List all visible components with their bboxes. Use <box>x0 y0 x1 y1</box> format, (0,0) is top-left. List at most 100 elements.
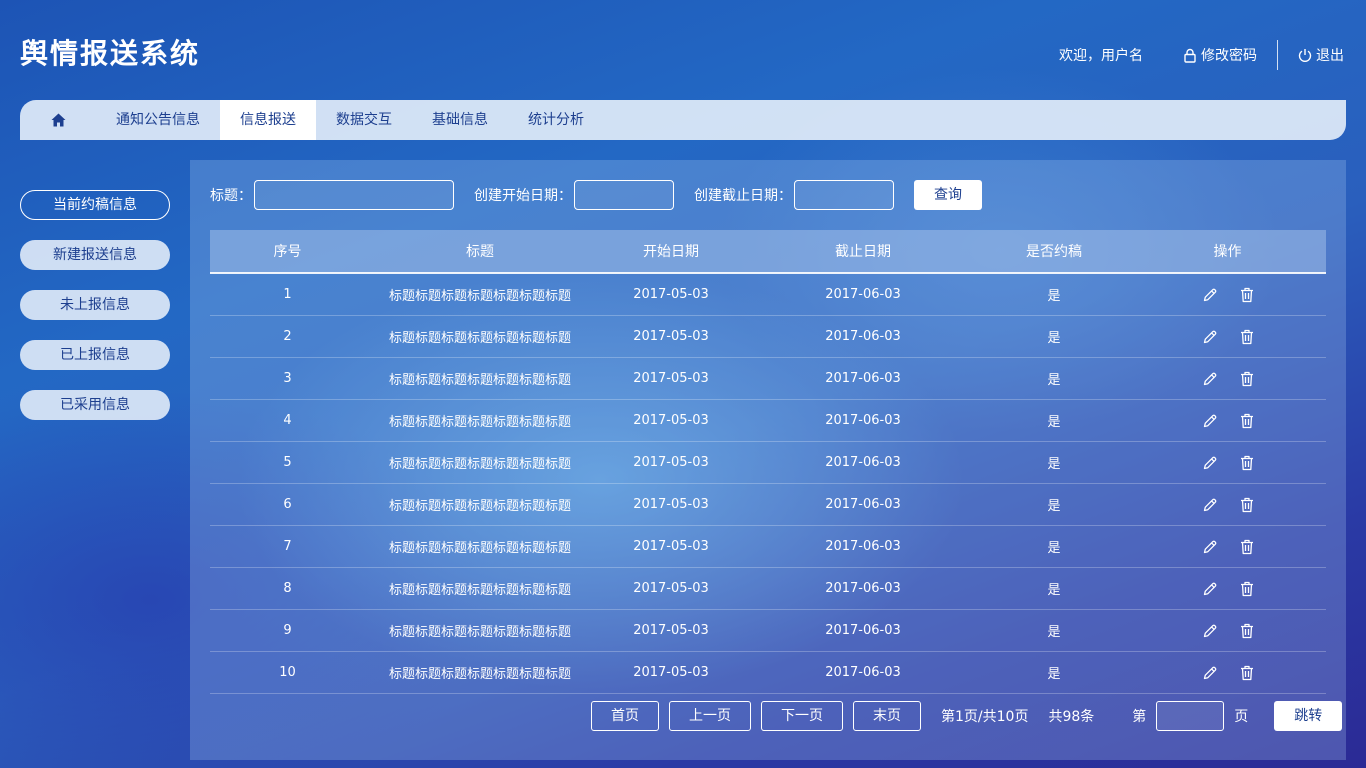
row-title: 标题标题标题标题标题标题标题 <box>365 273 595 316</box>
row-end-date: 2017-06-03 <box>747 525 979 568</box>
start-date-label: 创建开始日期： <box>474 188 572 204</box>
trash-icon[interactable] <box>1240 455 1254 471</box>
trash-icon[interactable] <box>1240 371 1254 387</box>
row-end-date: 2017-06-03 <box>747 441 979 484</box>
prev-page-button[interactable]: 上一页 <box>669 701 751 731</box>
row-title: 标题标题标题标题标题标题标题 <box>365 609 595 652</box>
end-date-input[interactable] <box>794 180 894 210</box>
tab-data-exchange[interactable]: 数据交互 <box>316 100 412 140</box>
row-invited: 是 <box>979 273 1129 316</box>
trash-icon[interactable] <box>1240 413 1254 429</box>
info-table: 序号 标题 开始日期 截止日期 是否约稿 操作 1 标题标题标题标题标题标题标题 2… <box>210 230 1326 694</box>
row-invited: 是 <box>979 441 1129 484</box>
sidebar-item-reported[interactable]: 已上报信息 <box>20 340 170 370</box>
row-invited: 是 <box>979 315 1129 358</box>
tab-basic-info[interactable]: 基础信息 <box>412 100 508 140</box>
row-start-date: 2017-05-03 <box>595 273 747 316</box>
row-actions <box>1129 273 1326 316</box>
query-button[interactable]: 查询 <box>914 180 982 210</box>
sidebar-item-new-report[interactable]: 新建报送信息 <box>20 240 170 270</box>
edit-icon[interactable] <box>1202 371 1218 387</box>
table-row: 7 标题标题标题标题标题标题标题 2017-05-03 2017-06-03 是 <box>210 525 1326 568</box>
goto-suffix: 页 <box>1234 709 1249 725</box>
trash-icon[interactable] <box>1240 497 1254 513</box>
tab-notice[interactable]: 通知公告信息 <box>96 100 220 140</box>
row-invited: 是 <box>979 399 1129 442</box>
trash-icon[interactable] <box>1240 329 1254 345</box>
sidebar-item-adopted[interactable]: 已采用信息 <box>20 390 170 420</box>
edit-icon[interactable] <box>1202 581 1218 597</box>
first-page-button[interactable]: 首页 <box>591 701 659 731</box>
row-actions <box>1129 399 1326 442</box>
row-no: 10 <box>210 651 365 694</box>
row-title: 标题标题标题标题标题标题标题 <box>365 357 595 400</box>
row-actions <box>1129 525 1326 568</box>
tab-statistics[interactable]: 统计分析 <box>508 100 604 140</box>
table-row: 8 标题标题标题标题标题标题标题 2017-05-03 2017-06-03 是 <box>210 567 1326 610</box>
edit-icon[interactable] <box>1202 497 1218 513</box>
header-title: 标题 <box>365 230 595 274</box>
sidebar: 当前约稿信息 新建报送信息 未上报信息 已上报信息 已采用信息 <box>20 190 170 440</box>
row-title: 标题标题标题标题标题标题标题 <box>365 399 595 442</box>
row-invited: 是 <box>979 525 1129 568</box>
title-input[interactable] <box>254 180 454 210</box>
row-start-date: 2017-05-03 <box>595 525 747 568</box>
logout-link[interactable]: 退出 <box>1298 45 1344 65</box>
row-title: 标题标题标题标题标题标题标题 <box>365 525 595 568</box>
row-start-date: 2017-05-03 <box>595 609 747 652</box>
pagination: 首页 上一页 下一页 末页 第1页/共10页 共98条 第 页 跳转 <box>591 701 1343 731</box>
row-start-date: 2017-05-03 <box>595 315 747 358</box>
row-start-date: 2017-05-03 <box>595 399 747 442</box>
next-page-button[interactable]: 下一页 <box>761 701 843 731</box>
trash-icon[interactable] <box>1240 623 1254 639</box>
row-start-date: 2017-05-03 <box>595 567 747 610</box>
trash-icon[interactable] <box>1240 539 1254 555</box>
edit-icon[interactable] <box>1202 455 1218 471</box>
trash-icon[interactable] <box>1240 665 1254 681</box>
row-invited: 是 <box>979 357 1129 400</box>
trash-icon[interactable] <box>1240 581 1254 597</box>
logout-label: 退出 <box>1316 48 1344 64</box>
row-invited: 是 <box>979 567 1129 610</box>
row-no: 6 <box>210 483 365 526</box>
goto-button[interactable]: 跳转 <box>1274 701 1343 731</box>
tab-report[interactable]: 信息报送 <box>220 100 316 140</box>
change-password-link[interactable]: 修改密码 <box>1183 45 1257 65</box>
power-icon <box>1298 49 1312 62</box>
end-date-label: 创建截止日期： <box>694 188 792 204</box>
last-page-button[interactable]: 末页 <box>853 701 921 731</box>
sidebar-item-current-invited[interactable]: 当前约稿信息 <box>20 190 170 220</box>
row-actions <box>1129 483 1326 526</box>
page-info: 第1页/共10页 <box>941 709 1029 725</box>
edit-icon[interactable] <box>1202 329 1218 345</box>
row-end-date: 2017-06-03 <box>747 651 979 694</box>
trash-icon[interactable] <box>1240 287 1254 303</box>
row-title: 标题标题标题标题标题标题标题 <box>365 567 595 610</box>
row-actions <box>1129 441 1326 484</box>
start-date-input[interactable] <box>574 180 674 210</box>
edit-icon[interactable] <box>1202 413 1218 429</box>
row-invited: 是 <box>979 609 1129 652</box>
row-no: 5 <box>210 441 365 484</box>
table-row: 5 标题标题标题标题标题标题标题 2017-05-03 2017-06-03 是 <box>210 441 1326 484</box>
table-row: 6 标题标题标题标题标题标题标题 2017-05-03 2017-06-03 是 <box>210 483 1326 526</box>
header-end-date: 截止日期 <box>747 230 979 274</box>
table-row: 3 标题标题标题标题标题标题标题 2017-05-03 2017-06-03 是 <box>210 357 1326 400</box>
edit-icon[interactable] <box>1202 287 1218 303</box>
row-no: 7 <box>210 525 365 568</box>
row-no: 3 <box>210 357 365 400</box>
table-row: 1 标题标题标题标题标题标题标题 2017-05-03 2017-06-03 是 <box>210 273 1326 316</box>
row-actions <box>1129 651 1326 694</box>
total-count: 共98条 <box>1048 709 1095 725</box>
row-end-date: 2017-06-03 <box>747 357 979 400</box>
goto-page-input[interactable] <box>1156 701 1225 731</box>
sidebar-item-unreported[interactable]: 未上报信息 <box>20 290 170 320</box>
edit-icon[interactable] <box>1202 665 1218 681</box>
row-no: 4 <box>210 399 365 442</box>
table-row: 10 标题标题标题标题标题标题标题 2017-05-03 2017-06-03 是 <box>210 651 1326 694</box>
nav-home-button[interactable] <box>20 100 96 140</box>
row-no: 1 <box>210 273 365 316</box>
edit-icon[interactable] <box>1202 623 1218 639</box>
goto-prefix: 第 <box>1132 709 1147 725</box>
edit-icon[interactable] <box>1202 539 1218 555</box>
